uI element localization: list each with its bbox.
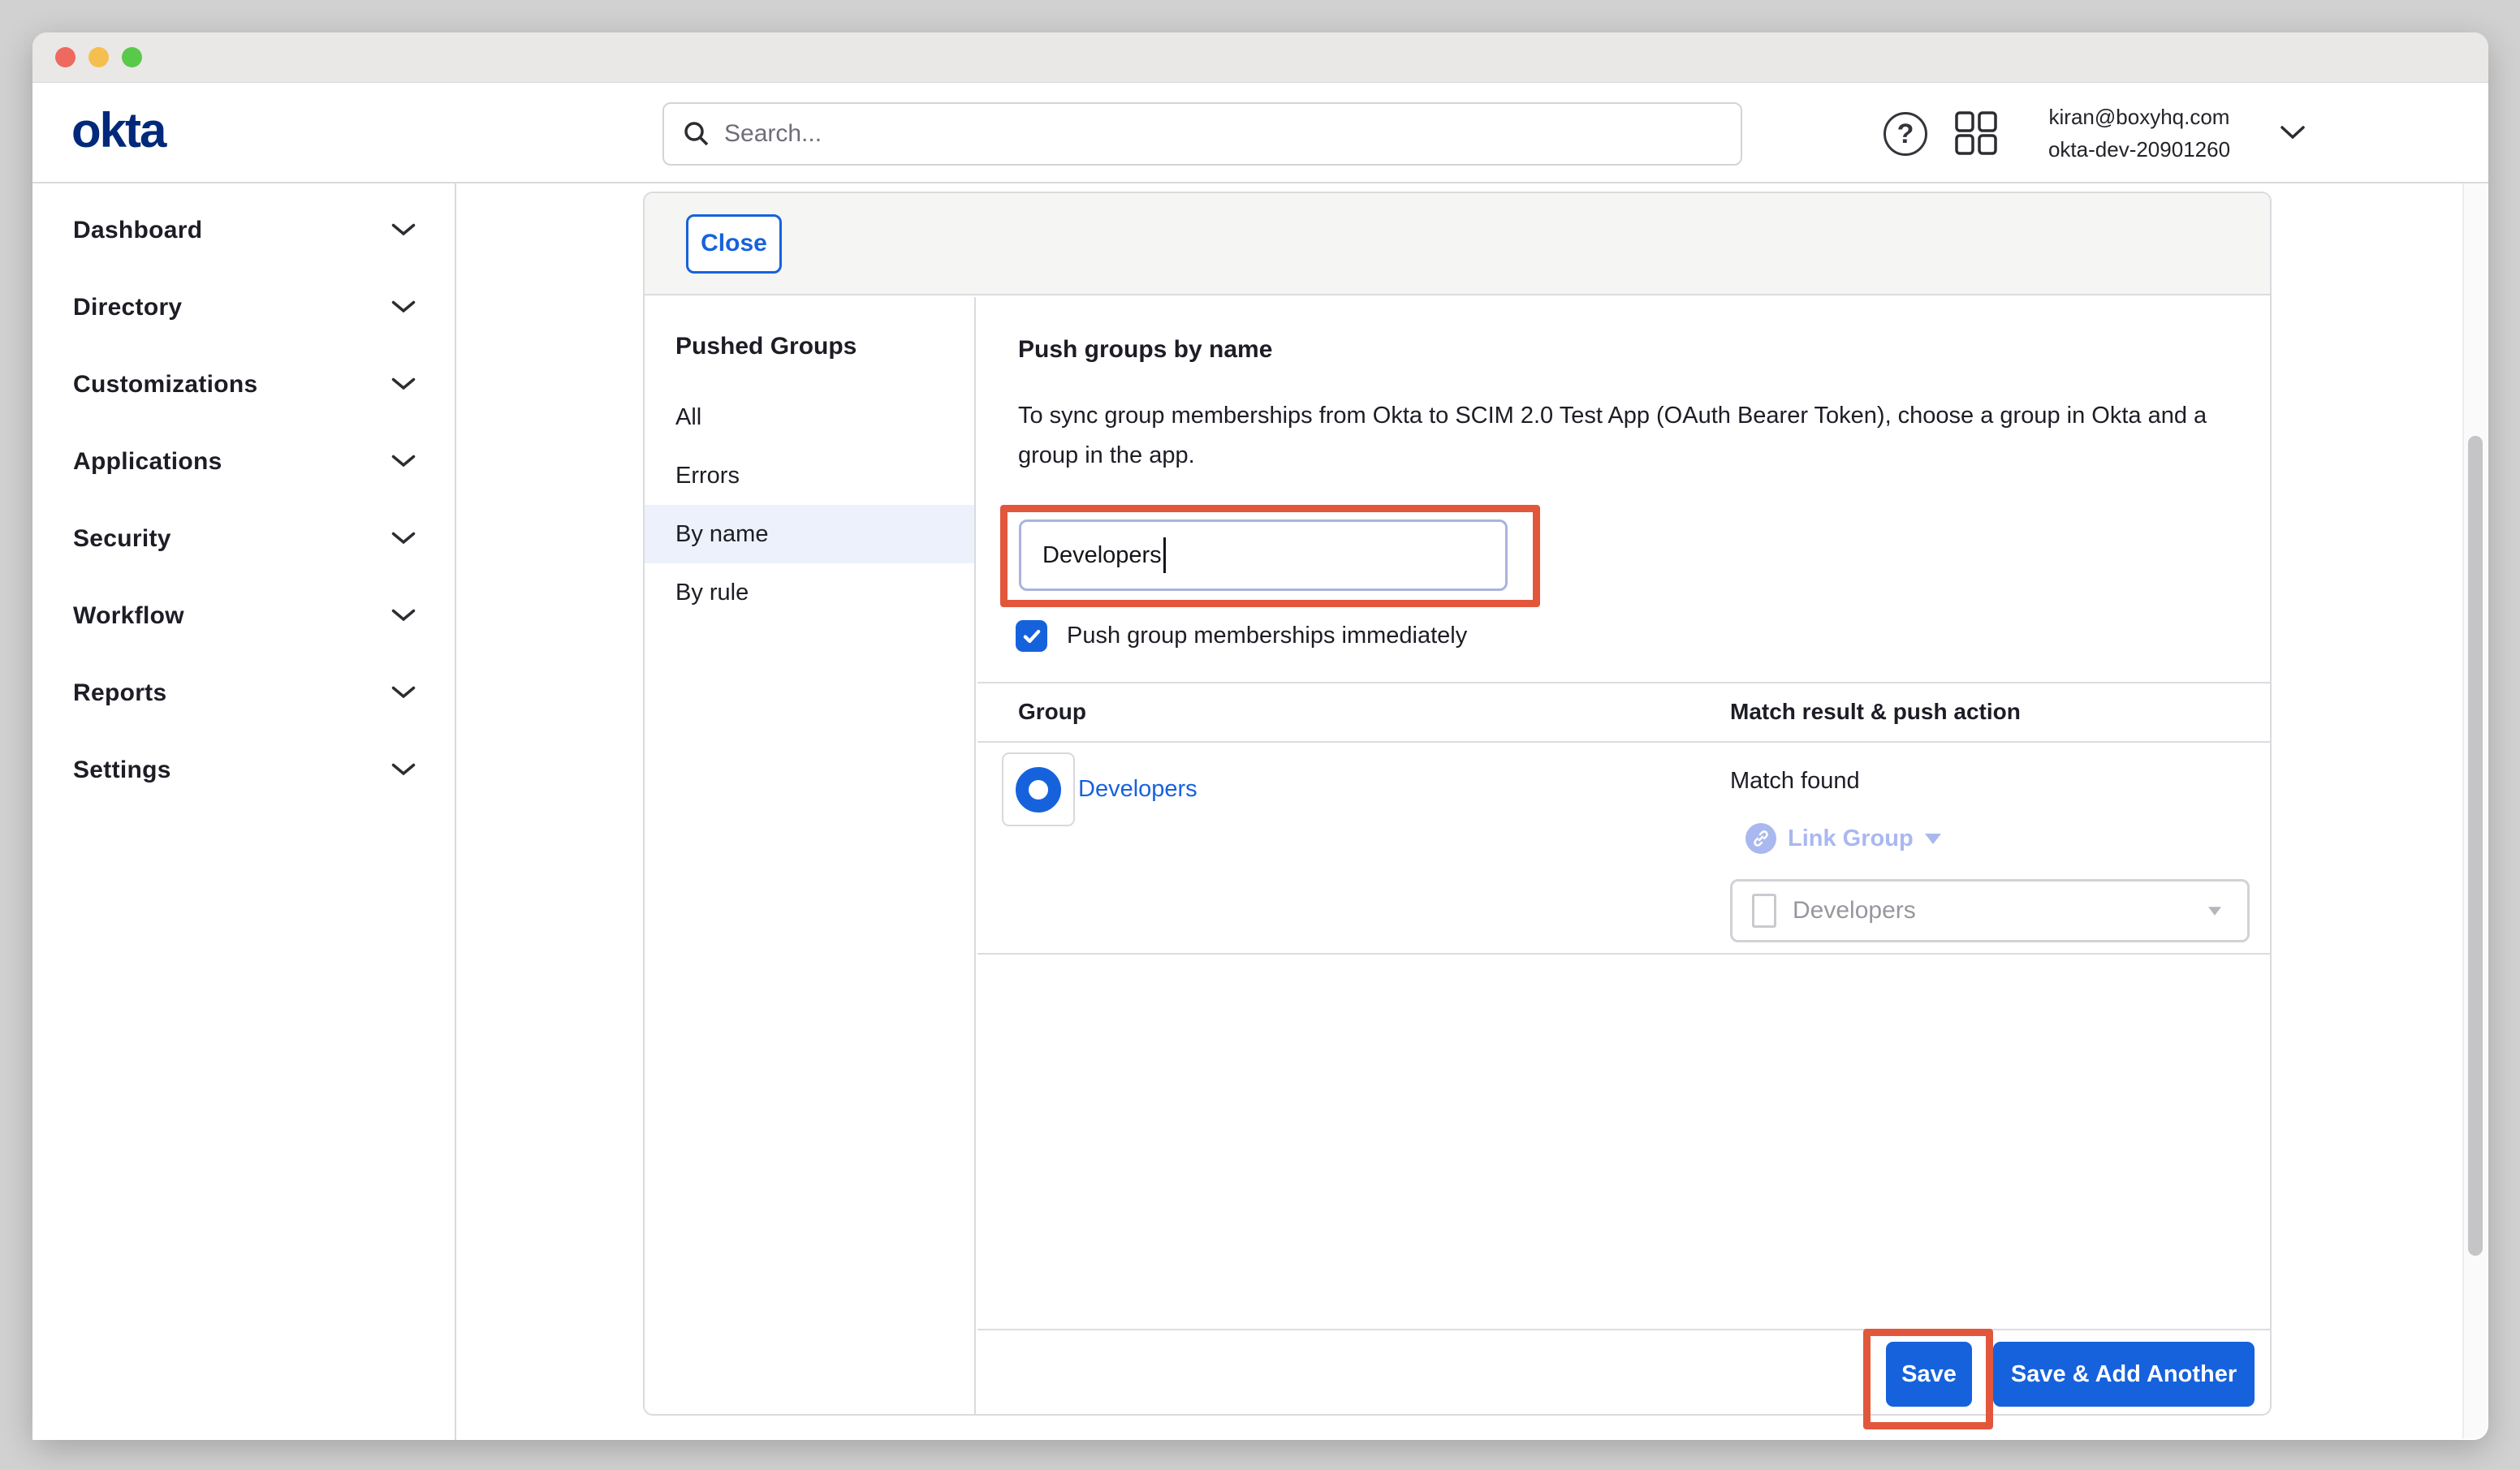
scrollbar-track[interactable] xyxy=(2462,183,2487,1438)
sidebar-item-directory[interactable]: Directory xyxy=(32,269,455,346)
pushed-groups-item-by-name[interactable]: By name xyxy=(645,505,974,563)
minimize-window-icon[interactable] xyxy=(88,47,109,67)
sidebar-item-applications[interactable]: Applications xyxy=(32,423,455,500)
app-header: okta Search... ? kiran@boxyhq.com okta-d… xyxy=(32,83,2488,183)
sidebar-item-reports[interactable]: Reports xyxy=(32,654,455,731)
divider xyxy=(977,741,2270,743)
search-icon xyxy=(682,119,711,149)
push-immediately-row: Push group memberships immediately xyxy=(1016,620,1467,652)
group-search-value: Developers xyxy=(1042,542,1162,569)
save-add-another-button[interactable]: Save & Add Another xyxy=(1993,1342,2255,1407)
search-input[interactable]: Search... xyxy=(662,102,1742,166)
browser-window: okta Search... ? kiran@boxyhq.com okta-d… xyxy=(32,32,2488,1440)
sidebar-item-customizations[interactable]: Customizations xyxy=(32,346,455,423)
pushed-groups-title: Pushed Groups xyxy=(675,333,974,360)
chevron-down-icon xyxy=(391,532,416,545)
close-window-icon[interactable] xyxy=(55,47,76,67)
push-immediately-label: Push group memberships immediately xyxy=(1067,623,1467,649)
help-icon[interactable]: ? xyxy=(1884,112,1927,156)
group-doc-icon xyxy=(1752,894,1776,928)
account-info[interactable]: kiran@boxyhq.com okta-dev-20901260 xyxy=(2022,101,2257,166)
push-groups-card: Close Pushed Groups All Errors By name B… xyxy=(643,192,2272,1416)
footer-divider xyxy=(977,1329,2270,1330)
link-group-caret-icon xyxy=(1925,834,1941,844)
close-button[interactable]: Close xyxy=(686,214,782,274)
link-group-button[interactable]: Link Group xyxy=(1745,823,1941,854)
chevron-down-icon xyxy=(391,763,416,777)
save-button[interactable]: Save xyxy=(1886,1342,1972,1407)
card-header: Close xyxy=(645,193,2270,295)
pushed-groups-item-errors[interactable]: Errors xyxy=(645,446,974,505)
push-by-name-panel: Push groups by name To sync group member… xyxy=(977,297,2270,1414)
chevron-down-icon xyxy=(391,223,416,237)
text-cursor xyxy=(1163,537,1166,573)
chevron-down-icon xyxy=(391,455,416,468)
account-email: kiran@boxyhq.com xyxy=(2022,101,2257,133)
pushed-groups-panel: Pushed Groups All Errors By name By rule xyxy=(645,297,976,1414)
sidebar-nav: Dashboard Directory Customizations Appli… xyxy=(32,183,456,1440)
group-icon xyxy=(1016,767,1061,813)
divider xyxy=(977,682,2270,683)
pushed-groups-item-by-rule[interactable]: By rule xyxy=(645,563,974,622)
push-immediately-checkbox[interactable] xyxy=(1016,620,1047,652)
app-group-value: Developers xyxy=(1793,897,2190,925)
column-header-group: Group xyxy=(1018,699,1086,725)
divider xyxy=(977,953,2270,955)
account-org: okta-dev-20901260 xyxy=(2022,133,2257,166)
sidebar-item-workflow[interactable]: Workflow xyxy=(32,577,455,654)
chevron-down-icon xyxy=(391,300,416,314)
chevron-down-icon xyxy=(391,377,416,391)
zoom-window-icon[interactable] xyxy=(122,47,142,67)
okta-logo: okta xyxy=(71,102,165,158)
card-body: Pushed Groups All Errors By name By rule… xyxy=(645,297,2270,1414)
select-caret-icon xyxy=(2208,907,2221,915)
sidebar-item-security[interactable]: Security xyxy=(32,500,455,577)
chevron-down-icon xyxy=(391,609,416,623)
pushed-groups-item-all[interactable]: All xyxy=(645,388,974,446)
sidebar-item-dashboard[interactable]: Dashboard xyxy=(32,192,455,269)
account-chevron-down-icon[interactable] xyxy=(2280,125,2306,141)
apps-grid-icon[interactable] xyxy=(1955,110,1997,156)
search-placeholder: Search... xyxy=(724,120,822,148)
sidebar-item-settings[interactable]: Settings xyxy=(32,731,455,808)
app-group-select[interactable]: Developers xyxy=(1730,879,2250,942)
match-status: Match found xyxy=(1730,768,1860,795)
column-header-match: Match result & push action xyxy=(1730,699,2021,725)
group-name-link[interactable]: Developers xyxy=(1078,776,1197,803)
scrollbar-thumb[interactable] xyxy=(2468,436,2483,1256)
pushed-groups-list: All Errors By name By rule xyxy=(645,388,974,622)
link-group-label: Link Group xyxy=(1788,826,1914,852)
window-titlebar xyxy=(32,32,2488,83)
panel-title: Push groups by name xyxy=(1018,336,1272,364)
panel-description: To sync group memberships from Okta to S… xyxy=(1018,396,2252,476)
chevron-down-icon xyxy=(391,686,416,700)
group-search-input[interactable]: Developers xyxy=(1019,519,1508,591)
link-icon xyxy=(1745,823,1776,854)
group-avatar xyxy=(1002,752,1075,826)
